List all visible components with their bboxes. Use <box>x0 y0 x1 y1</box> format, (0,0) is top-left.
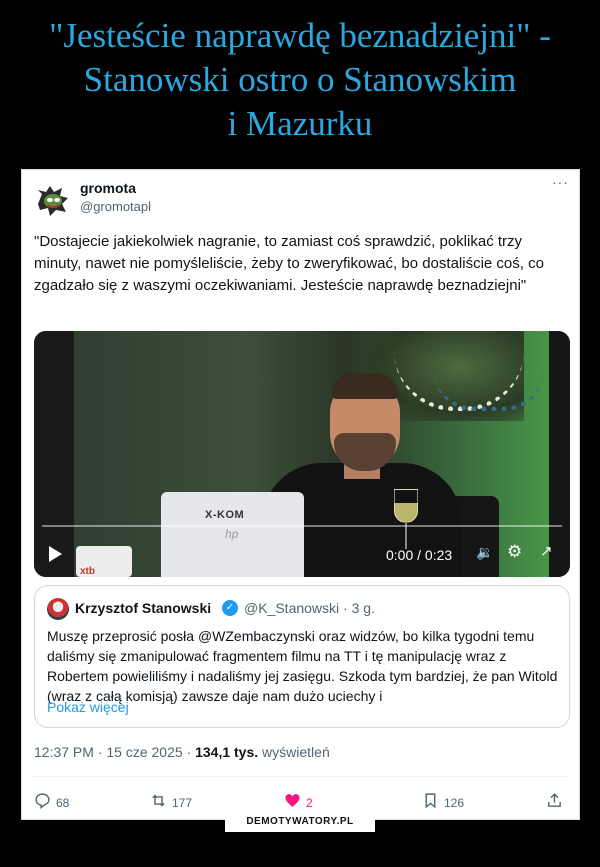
volume-icon[interactable]: 🔉 <box>476 544 493 561</box>
fullscreen-icon[interactable]: ↗ <box>540 542 553 560</box>
wine-glass-bowl <box>394 489 418 523</box>
video-player[interactable]: xtb X-KOM hp 0:00 / 0:23 🔉 ⚙ ↗ <box>34 331 570 577</box>
settings-icon[interactable]: ⚙ <box>507 542 522 562</box>
divider <box>34 776 569 777</box>
retweet-icon <box>152 794 165 807</box>
heart-icon <box>285 794 300 807</box>
wine-glass <box>394 489 418 549</box>
tweet-time-date: 12:37 PM · 15 cze 2025 · <box>34 744 196 760</box>
author-handle[interactable]: @gromotapl <box>80 199 151 214</box>
quoted-text: Muszę przeprosić posła @WZembaczynski or… <box>47 628 558 704</box>
mug-label: xtb <box>80 566 95 577</box>
avatar[interactable] <box>34 180 72 218</box>
tweet-card: gromota @gromotapl ··· "Dostajecie jakie… <box>21 169 580 824</box>
bookmark-icon <box>425 793 436 809</box>
headline-line-3: i Mazurku <box>227 104 373 143</box>
more-options-icon[interactable]: ··· <box>552 174 569 190</box>
tweet-timestamp[interactable]: 12:37 PM · 15 cze 2025 · 134,1 tys. wyśw… <box>34 744 330 760</box>
quoted-avatar[interactable] <box>47 598 69 620</box>
retweet-count: 177 <box>172 796 193 810</box>
show-more-link[interactable]: Pokaż więcej <box>47 699 129 715</box>
tweet-header: gromota @gromotapl ··· <box>34 174 569 218</box>
quoted-tweet[interactable]: Krzysztof Stanowski ✓ @K_Stanowski · 3 g… <box>34 585 570 728</box>
headline: "Jesteście naprawdę beznadziejni" - Stan… <box>0 14 600 146</box>
author-name[interactable]: gromota <box>80 180 136 196</box>
verified-badge-icon: ✓ <box>222 600 238 616</box>
video-frame-left <box>34 331 74 577</box>
tweet-text: "Dostajecie jakiekolwiek nagranie, to za… <box>34 233 544 294</box>
speaker-hair <box>332 373 398 399</box>
headline-line-1: "Jesteście naprawdę beznadziejni" - <box>49 16 551 55</box>
video-frame-right <box>549 331 570 577</box>
reply-count: 68 <box>56 796 70 810</box>
quoted-author-name[interactable]: Krzysztof Stanowski <box>75 600 211 616</box>
share-icon <box>548 793 561 807</box>
views-count: 134,1 tys. <box>195 744 259 760</box>
reply-icon <box>35 793 50 809</box>
bookmark-count: 126 <box>444 796 465 810</box>
play-icon[interactable] <box>49 546 62 562</box>
headline-line-2: Stanowski ostro o Stanowskim <box>83 60 517 99</box>
views-label: wyświetleń <box>258 744 330 760</box>
laptop-logo: hp <box>225 527 239 541</box>
watermark: DEMOTYWATORY.PL <box>225 812 375 832</box>
video-progress-bar[interactable] <box>42 525 562 527</box>
quoted-author-meta: @K_Stanowski · 3 g. <box>244 600 375 616</box>
action-bar: 68 177 2 tys. 126 <box>34 792 569 824</box>
video-time: 0:00 / 0:23 <box>386 547 453 563</box>
laptop-sticker: X-KOM <box>205 509 245 521</box>
